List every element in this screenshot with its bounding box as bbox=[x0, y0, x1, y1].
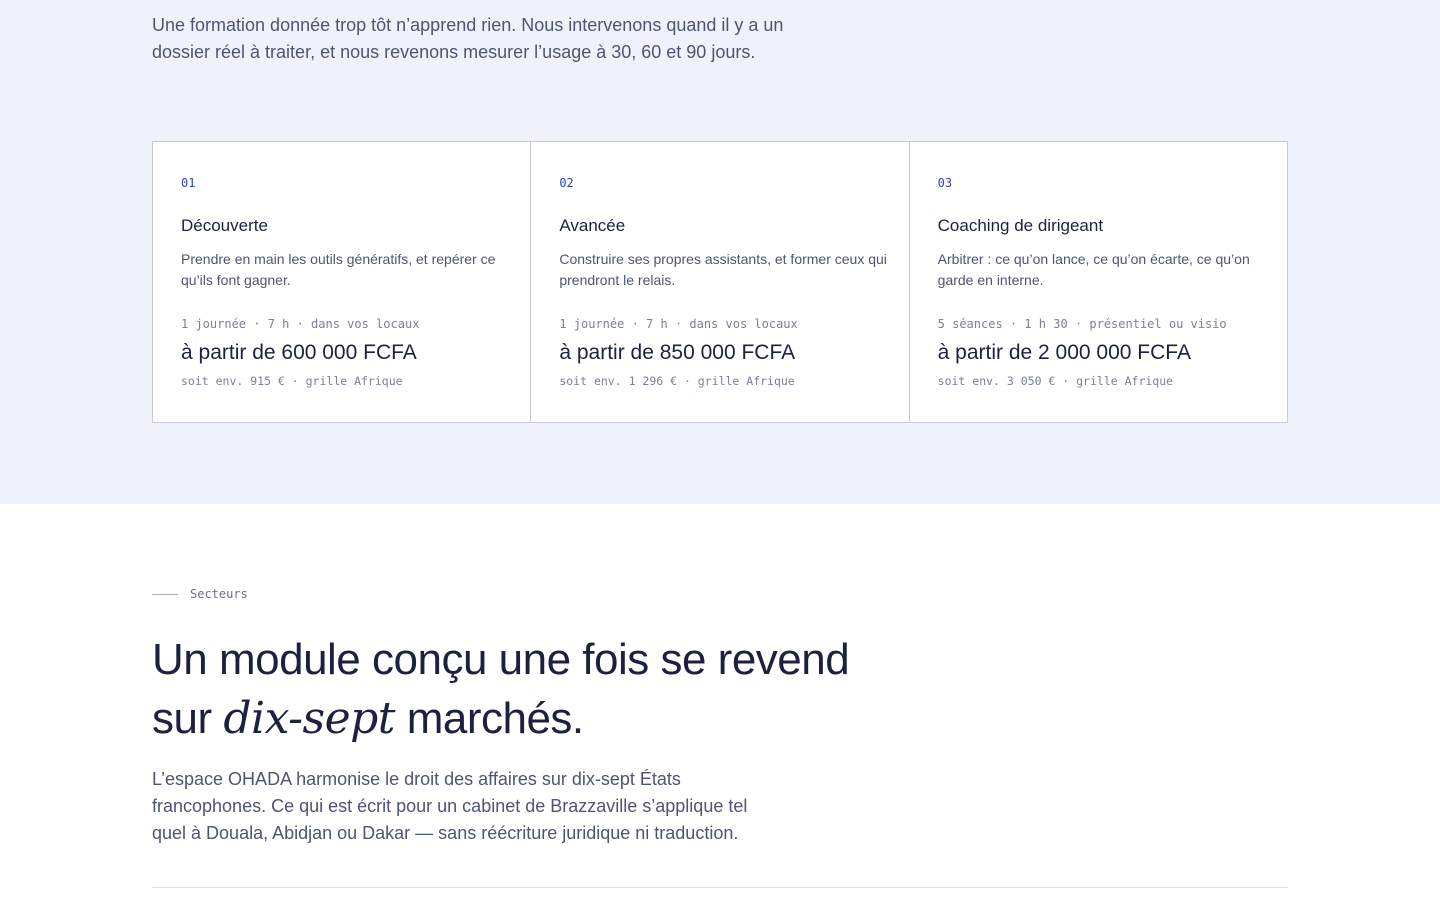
offer-title: Coaching de dirigeant bbox=[937, 216, 1104, 235]
offer-meta: 5 séances · 1 h 30 · présentiel ou visio bbox=[937, 317, 1227, 331]
method-section: Une formation donnée trop tôt n’apprend … bbox=[0, 0, 1440, 504]
section-divider bbox=[152, 887, 1288, 888]
offer-number: 02 bbox=[559, 176, 574, 190]
eyebrow-rule bbox=[152, 593, 178, 595]
offer-title: Avancée bbox=[559, 216, 626, 235]
offer-cards: 01 Découverte Prendre en main les outils… bbox=[152, 141, 1288, 423]
offer-meta: 1 journée · 7 h · dans vos locaux bbox=[559, 317, 798, 331]
offer-price: à partir de 600 000 FCFA bbox=[181, 341, 417, 364]
offer-meta: 1 journée · 7 h · dans vos locaux bbox=[181, 317, 420, 331]
offer-price-note: soit env. 1 296 € · grille Afrique bbox=[559, 374, 795, 388]
sectors-headline: Un module conçu une fois se revend sur d… bbox=[152, 630, 852, 748]
offer-description: Arbitrer : ce qu’on lance, ce qu’on écar… bbox=[937, 251, 1250, 288]
offer-price: à partir de 2 000 000 FCFA bbox=[937, 341, 1191, 364]
offer-card-avancee: 02 Avancée Construire ses propres assist… bbox=[531, 142, 910, 422]
offer-card-coaching: 03 Coaching de dirigeant Arbitrer : ce q… bbox=[910, 142, 1287, 422]
offer-number: 01 bbox=[181, 176, 196, 190]
offer-price-note: soit env. 3 050 € · grille Afrique bbox=[937, 374, 1174, 388]
offer-card-decouverte: 01 Découverte Prendre en main les outils… bbox=[153, 142, 532, 422]
offer-price-note: soit env. 915 € · grille Afrique bbox=[181, 374, 403, 388]
offer-title: Découverte bbox=[181, 216, 268, 235]
offer-description: Construire ses propres assistants, et fo… bbox=[559, 251, 887, 288]
method-intro-text: Une formation donnée trop tôt n’apprend … bbox=[152, 15, 784, 62]
eyebrow-label: Secteurs bbox=[190, 587, 248, 601]
headline-emphasis: dix-sept bbox=[223, 693, 395, 744]
sectors-eyebrow: Secteurs bbox=[152, 587, 248, 601]
sectors-paragraph: L’espace OHADA harmonise le droit des af… bbox=[152, 769, 748, 843]
headline-part-2: marchés. bbox=[394, 694, 584, 743]
offer-number: 03 bbox=[937, 176, 953, 190]
offer-price: à partir de 850 000 FCFA bbox=[559, 341, 796, 364]
offer-description: Prendre en main les outils génératifs, e… bbox=[181, 251, 496, 288]
